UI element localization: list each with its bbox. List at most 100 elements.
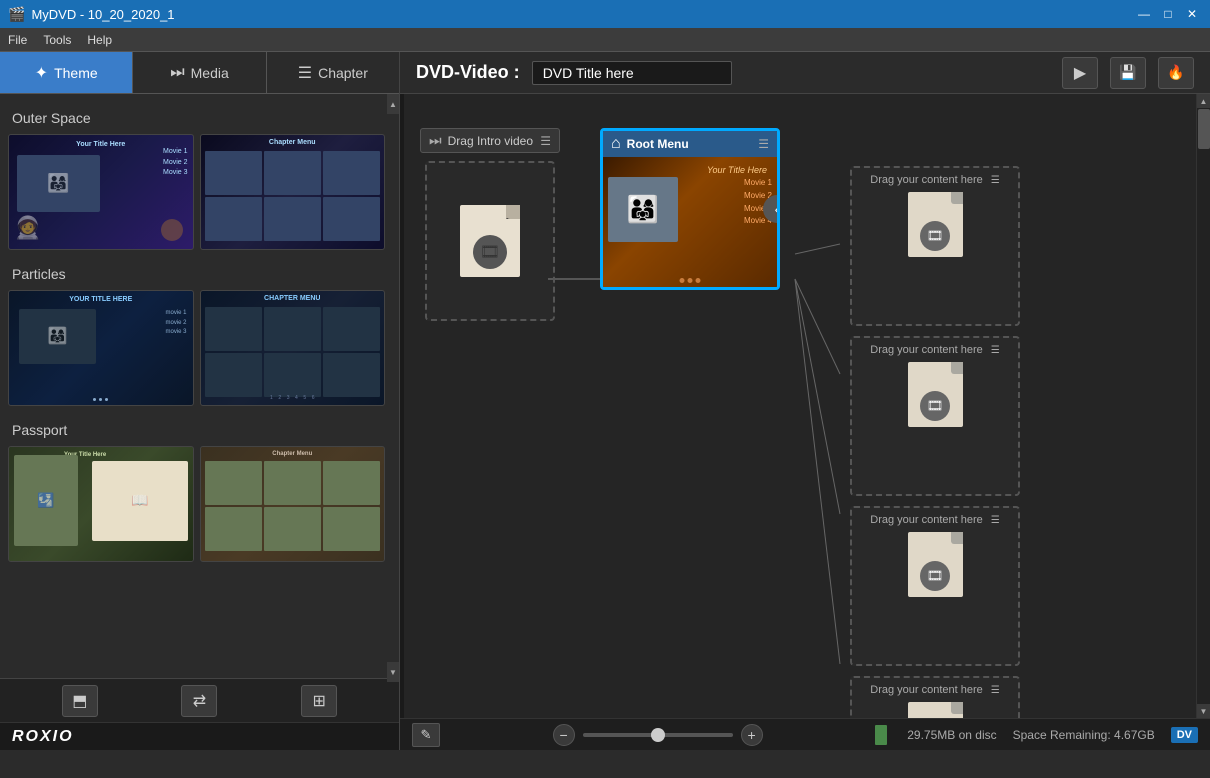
canvas-scroll-up[interactable]: ▲ xyxy=(1197,94,1210,108)
tab-bar: ✦ Theme ⏭ Media ☰ Chapter xyxy=(0,52,399,94)
content-slots: Drag your content here ☰ 🎞 Drag your co xyxy=(820,114,1190,718)
burn-icon: 🔥 xyxy=(1167,64,1184,81)
disc-size-text: 29.75MB on disc xyxy=(907,728,996,742)
bottom-bar: ✎ − + 29.75MB on disc Space Remaining: 4… xyxy=(400,718,1210,750)
content-slot-3[interactable]: Drag your content here ☰ 🎞 xyxy=(850,506,1020,666)
roxio-logo: ROXIO xyxy=(12,728,74,746)
root-menu-box[interactable]: ⌂ Root Menu ☰ Your Title Here 👨‍👩‍👧 Movi… xyxy=(600,128,780,290)
root-menu-content: Your Title Here 👨‍👩‍👧 Movie 1 Movie 2 Mo… xyxy=(603,157,777,287)
zoom-plus-button[interactable]: + xyxy=(741,724,763,746)
particles-title-thumb[interactable]: YOUR TITLE HERE 👨‍👩‍👧 movie 1movie 2movi… xyxy=(8,290,194,406)
zoom-slider[interactable] xyxy=(583,733,733,737)
particles-grid: YOUR TITLE HERE 👨‍👩‍👧 movie 1movie 2movi… xyxy=(8,290,385,406)
menu-tools[interactable]: Tools xyxy=(43,33,71,47)
root-menu-icon[interactable]: ☰ xyxy=(758,137,769,151)
space-remaining-text: Space Remaining: 4.67GB xyxy=(1013,728,1155,742)
theme-section-outer-space: Outer Space Your Title Here 👨‍👩‍👧 Movie … xyxy=(8,110,385,250)
minimize-button[interactable]: — xyxy=(1134,4,1154,24)
intro-menu-icon[interactable]: ☰ xyxy=(540,134,551,148)
media-tab-icon: ⏭ xyxy=(170,64,184,82)
intro-drop-zone[interactable]: 🎞 xyxy=(425,161,555,321)
dvd-header: DVD-Video : ▶ 💾 🔥 xyxy=(400,52,1210,94)
zoom-plus-icon: + xyxy=(748,727,756,743)
slot-1-film-icon: 🎞 xyxy=(927,228,944,244)
maximize-button[interactable]: □ xyxy=(1158,4,1178,24)
canvas-scroll-track[interactable] xyxy=(1197,108,1210,704)
dvd-canvas[interactable]: ⏭ Drag Intro video ☰ 🎞 xyxy=(400,94,1210,718)
canvas-scroll-down[interactable]: ▼ xyxy=(1197,704,1210,718)
disc-info: 29.75MB on disc Space Remaining: 4.67GB … xyxy=(875,725,1198,745)
dvd-title-input[interactable] xyxy=(532,61,732,85)
close-button[interactable]: ✕ xyxy=(1182,4,1202,24)
content-slot-4[interactable]: Drag your content here ☰ 🎞 xyxy=(850,676,1020,718)
content-slots-spacer xyxy=(850,114,1180,156)
tab-theme[interactable]: ✦ Theme xyxy=(0,52,133,93)
outer-space-chapter-thumb[interactable]: Chapter Menu xyxy=(200,134,386,250)
zoom-slider-thumb[interactable] xyxy=(651,728,665,742)
swap-button[interactable]: ⇄ xyxy=(181,685,217,717)
save-button[interactable]: 💾 xyxy=(1110,57,1146,89)
slot-1-header: Drag your content here ☰ xyxy=(858,174,1012,186)
outer-space-title-thumb[interactable]: Your Title Here 👨‍👩‍👧 Movie 1Movie 2Movi… xyxy=(8,134,194,250)
app-body: ✦ Theme ⏭ Media ☰ Chapter ▲ Outer Space xyxy=(0,52,1210,750)
canvas-scroll-thumb[interactable] xyxy=(1198,109,1210,149)
tab-chapter-label: Chapter xyxy=(318,65,368,81)
zoom-controls: − + xyxy=(452,724,863,746)
slot-3-file-icon: 🎞 xyxy=(908,532,963,597)
canvas-scrollbar[interactable]: ▲ ▼ xyxy=(1196,94,1210,718)
swap-icon: ⇄ xyxy=(193,691,206,711)
slot-3-menu-icon[interactable]: ☰ xyxy=(991,515,1000,526)
intro-section: ⏭ Drag Intro video ☰ 🎞 xyxy=(420,128,560,321)
play-icon: ▶ xyxy=(1074,63,1086,83)
particles-title-label: Particles xyxy=(12,266,385,282)
zoom-minus-button[interactable]: − xyxy=(553,724,575,746)
dvd-label: DVD-Video : xyxy=(416,62,520,83)
add-button[interactable]: ⊞ xyxy=(301,685,337,717)
film-reel-icon: 🎞 xyxy=(480,242,500,262)
slot-4-text: Drag your content here xyxy=(870,684,983,696)
particles-chapter-thumb[interactable]: CHAPTER MENU 1 2 3 4 5 6 xyxy=(200,290,386,406)
root-menu-item-1: Movie 1 xyxy=(744,177,772,190)
import-button[interactable]: ⬒ xyxy=(62,685,98,717)
slot-3-film-icon: 🎞 xyxy=(927,568,944,584)
disc-usage-bar xyxy=(875,725,887,745)
slot-1-menu-icon[interactable]: ☰ xyxy=(991,175,1000,186)
slot-2-header: Drag your content here ☰ xyxy=(858,344,1012,356)
menu-help[interactable]: Help xyxy=(87,33,112,47)
burn-button[interactable]: 🔥 xyxy=(1158,57,1194,89)
root-menu-home-icon: ⌂ xyxy=(611,135,621,153)
root-menu-title: Root Menu xyxy=(627,137,689,151)
intro-header-text: Drag Intro video xyxy=(448,134,533,148)
menu-file[interactable]: File xyxy=(8,33,27,47)
left-panel: ✦ Theme ⏭ Media ☰ Chapter ▲ Outer Space xyxy=(0,52,400,750)
tab-chapter[interactable]: ☰ Chapter xyxy=(267,52,399,93)
title-text: MyDVD - 10_20_2020_1 xyxy=(31,7,174,22)
dvd-badge: DV xyxy=(1171,727,1198,743)
root-menu-overlay-text: Your Title Here xyxy=(707,165,767,175)
slot-3-header: Drag your content here ☰ xyxy=(858,514,1012,526)
scroll-up-button[interactable]: ▲ xyxy=(387,94,399,114)
root-menu-header: ⌂ Root Menu ☰ xyxy=(603,131,777,157)
slot-4-menu-icon[interactable]: ☰ xyxy=(991,685,1000,696)
content-slot-2[interactable]: Drag your content here ☰ 🎞 xyxy=(850,336,1020,496)
tab-media[interactable]: ⏭ Media xyxy=(133,52,266,93)
right-panel: DVD-Video : ▶ 💾 🔥 xyxy=(400,52,1210,750)
theme-scroll-area[interactable]: Outer Space Your Title Here 👨‍👩‍👧 Movie … xyxy=(0,94,399,678)
slot-2-file-icon: 🎞 xyxy=(908,362,963,427)
root-menu-dots xyxy=(680,278,701,283)
slot-2-menu-icon[interactable]: ☰ xyxy=(991,345,1000,356)
play-button[interactable]: ▶ xyxy=(1062,57,1098,89)
scroll-down-button[interactable]: ▼ xyxy=(387,662,399,682)
edit-button[interactable]: ✎ xyxy=(412,723,440,747)
content-slot-1[interactable]: Drag your content here ☰ 🎞 xyxy=(850,166,1020,326)
theme-tab-icon: ✦ xyxy=(35,63,48,83)
tab-theme-label: Theme xyxy=(54,65,98,81)
add-icon: ⊞ xyxy=(312,691,325,711)
intro-header: ⏭ Drag Intro video ☰ xyxy=(420,128,560,153)
passport-chapter-thumb[interactable]: Chapter Menu xyxy=(200,446,386,562)
edit-icon: ✎ xyxy=(421,727,432,743)
tab-media-label: Media xyxy=(191,65,229,81)
slot-3-text: Drag your content here xyxy=(870,514,983,526)
passport-title-thumb[interactable]: Your Title Here 🛂 📖 xyxy=(8,446,194,562)
window-controls[interactable]: — □ ✕ xyxy=(1134,4,1202,24)
